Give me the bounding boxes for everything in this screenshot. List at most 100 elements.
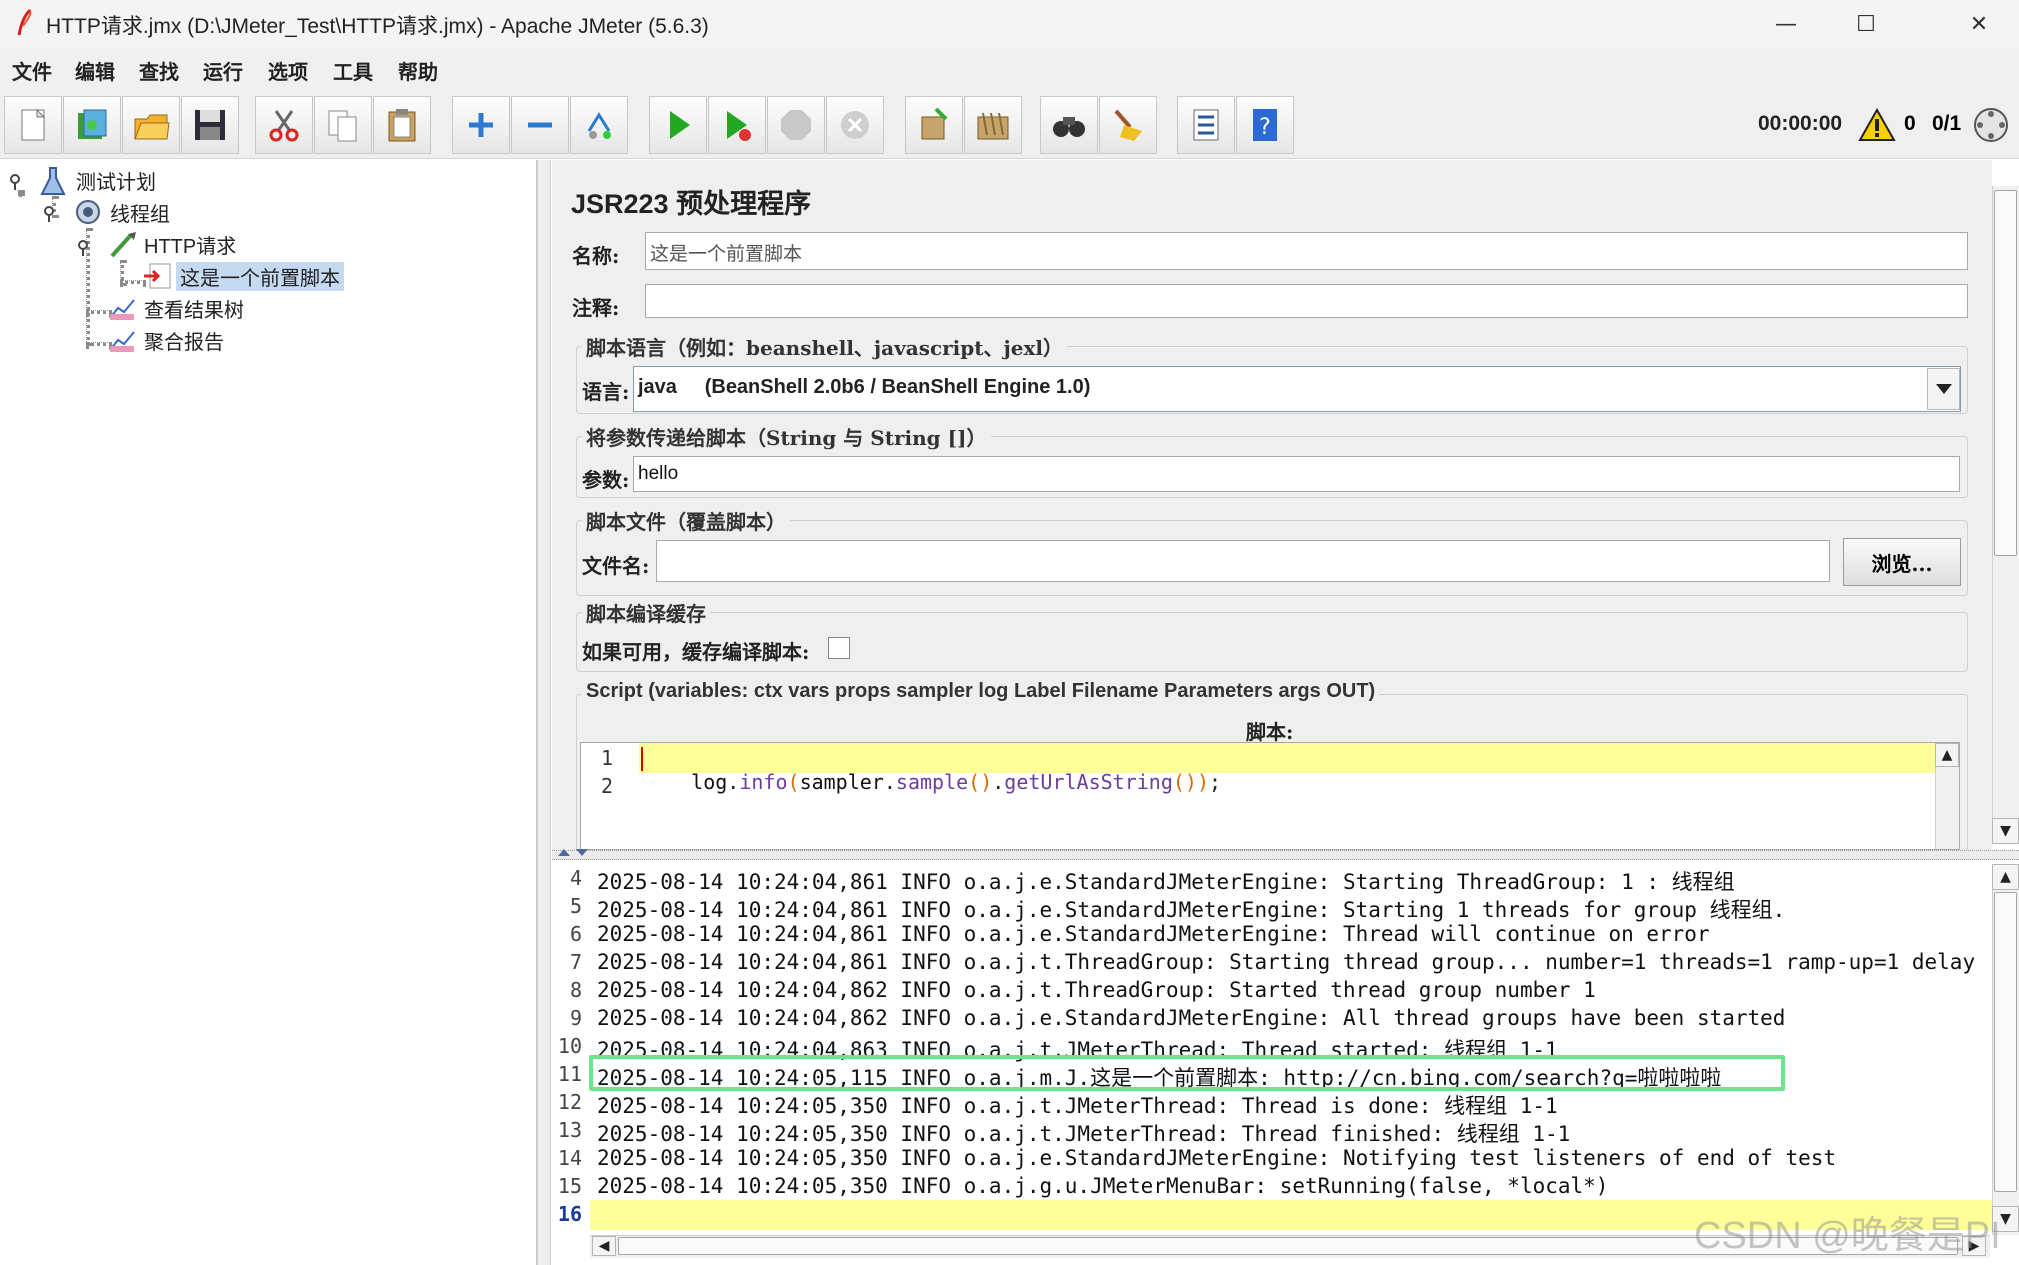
log-line-number: 7 (569, 950, 582, 974)
line-number: 2 (601, 774, 614, 798)
log-scroll-thumb[interactable] (1994, 892, 2017, 1192)
log-line: 4 2025-08-14 10:24:04,861 INFO o.a.j.e.St… (552, 864, 1992, 894)
log-line-number: 4 (569, 866, 582, 890)
name-input[interactable]: 这是一个前置脚本 (645, 232, 1968, 270)
paste-icon (388, 109, 416, 142)
log-line-text: 2025-08-14 10:24:04,862 INFO o.a.j.e.Sta… (597, 1006, 1785, 1030)
line-number: 1 (601, 746, 614, 770)
open-button[interactable] (122, 96, 180, 154)
script-editor[interactable]: 1 2 log.info(sampler.sample().getUrlAsSt… (580, 742, 1960, 850)
language-dropdown-button[interactable] (1927, 368, 1960, 410)
clear-all-button[interactable] (964, 96, 1022, 154)
log-scroll-up[interactable]: ▲ (1992, 864, 2019, 890)
tree-expand-toggle[interactable] (76, 238, 96, 258)
jmeter-feather-icon (17, 8, 32, 36)
svg-text:?: ? (1259, 115, 1271, 140)
menu-search[interactable]: 查找 (139, 56, 179, 85)
copy-icon (328, 110, 357, 142)
clear-all-icon (977, 112, 1009, 140)
toggle-button[interactable] (570, 96, 628, 154)
function-helper-icon (1193, 109, 1219, 141)
help-icon: ? (1253, 109, 1277, 141)
start-icon (670, 111, 690, 139)
expand-button[interactable] (452, 96, 510, 154)
parameters-input[interactable]: hello (633, 456, 1960, 492)
tree-item-test-plan[interactable]: 测试计划 (76, 166, 156, 195)
parameters-label: 参数: (582, 468, 630, 492)
editor-scroll-up[interactable]: ▲ (1935, 743, 1959, 767)
log-message: 2025-08-14 10:24:04,861 INFO o.a.j.e.Sta… (597, 922, 1710, 946)
menu-run[interactable]: 运行 (203, 56, 243, 85)
clear-button[interactable] (905, 96, 963, 154)
name-label: 名称: (572, 244, 620, 268)
cut-button[interactable] (255, 96, 313, 154)
tree-item-thread-group[interactable]: 线程组 (110, 198, 170, 227)
warning-icon[interactable] (1858, 108, 1896, 142)
menu-edit[interactable]: 编辑 (75, 56, 115, 85)
language-select-value: java (BeanShell 2.0b6 / BeanShell Engine… (638, 376, 1091, 398)
menu-tools[interactable]: 工具 (333, 56, 373, 85)
log-line-number: 12 (557, 1090, 582, 1114)
log-viewer[interactable]: 4 2025-08-14 10:24:04,861 INFO o.a.j.e.St… (552, 860, 1992, 1235)
log-line: 6 2025-08-14 10:24:04,861 INFO o.a.j.e.St… (552, 920, 1992, 948)
start-button[interactable] (649, 96, 707, 154)
tree-item-preprocessor[interactable]: 这是一个前置脚本 (176, 262, 344, 291)
log-line-text: 2025-08-14 10:24:04,861 INFO o.a.j.e.Sta… (597, 922, 1710, 946)
close-button[interactable]: ✕ (1939, 0, 2019, 48)
aggregate-report-icon (109, 331, 135, 352)
log-line-number: 15 (557, 1174, 582, 1198)
thread-group-icon (76, 200, 100, 224)
tree-item-aggregate-report[interactable]: 聚合报告 (144, 326, 224, 355)
log-message: 2025-08-14 10:24:04,861 INFO o.a.j.e.Sta… (597, 898, 1786, 922)
copy-button[interactable] (314, 96, 372, 154)
results-tree-icon (109, 299, 135, 320)
templates-icon (78, 109, 107, 139)
log-line-text: 2025-08-14 10:24:05,350 INFO o.a.j.g.u.J… (597, 1174, 1608, 1198)
log-line-number: 8 (569, 978, 582, 1002)
toggle-icon (587, 112, 611, 139)
templates-button[interactable] (63, 96, 121, 154)
stop-button[interactable] (767, 96, 825, 154)
test-plan-icon (40, 167, 66, 195)
new-button[interactable] (4, 96, 62, 154)
menu-file[interactable]: 文件 (12, 56, 52, 85)
active-threads: 0/1 (1932, 112, 1962, 135)
tree-expand-toggle[interactable] (42, 204, 62, 224)
split-divider[interactable] (537, 160, 551, 1265)
browse-button[interactable]: 浏览... (1843, 538, 1961, 586)
tree-expand-toggle[interactable] (8, 172, 28, 192)
log-line-number: 14 (557, 1146, 582, 1170)
menu-options[interactable]: 选项 (268, 56, 308, 85)
script-file-legend: 脚本文件（覆盖脚本） (582, 506, 790, 535)
help-button[interactable]: ? (1236, 96, 1294, 154)
function-helper-button[interactable] (1177, 96, 1235, 154)
comment-input[interactable] (645, 284, 1968, 318)
tree-item-view-results-tree[interactable]: 查看结果树 (144, 294, 244, 323)
shutdown-button[interactable] (826, 96, 884, 154)
log-line: 5 2025-08-14 10:24:04,861 INFO o.a.j.e.St… (552, 892, 1992, 922)
config-scroll-down[interactable]: ▼ (1992, 818, 2019, 844)
cache-checkbox[interactable] (828, 637, 850, 659)
start-no-pause-button[interactable] (708, 96, 766, 154)
log-message: 2025-08-14 10:24:04,862 INFO o.a.j.t.Thr… (597, 978, 1596, 1002)
paste-button[interactable] (373, 96, 431, 154)
watermark: CSDN @晚餐是PI (1694, 1215, 2001, 1257)
log-scroll-left[interactable]: ◀ (592, 1236, 616, 1256)
save-button[interactable] (181, 96, 239, 154)
save-icon (195, 110, 225, 140)
log-splitter[interactable] (552, 850, 2019, 860)
config-scroll-thumb[interactable] (1994, 190, 2017, 556)
start-no-pause-icon (727, 111, 751, 141)
filename-label: 文件名: (582, 554, 650, 578)
menu-help[interactable]: 帮助 (398, 56, 438, 85)
page-title: JSR223 预处理程序 (571, 189, 812, 219)
tree-item-http-request[interactable]: HTTP请求 (144, 230, 236, 259)
maximize-button[interactable]: ☐ (1826, 0, 1906, 48)
log-line: 14 2025-08-14 10:24:05,350 INFO o.a.j.e.S… (552, 1144, 1992, 1172)
search-button[interactable] (1040, 96, 1098, 154)
collapse-button[interactable] (511, 96, 569, 154)
filename-input[interactable] (656, 540, 1830, 582)
splitter-arrows-icon[interactable] (556, 847, 592, 857)
reset-search-button[interactable] (1099, 96, 1157, 154)
minimize-button[interactable]: — (1746, 0, 1826, 48)
